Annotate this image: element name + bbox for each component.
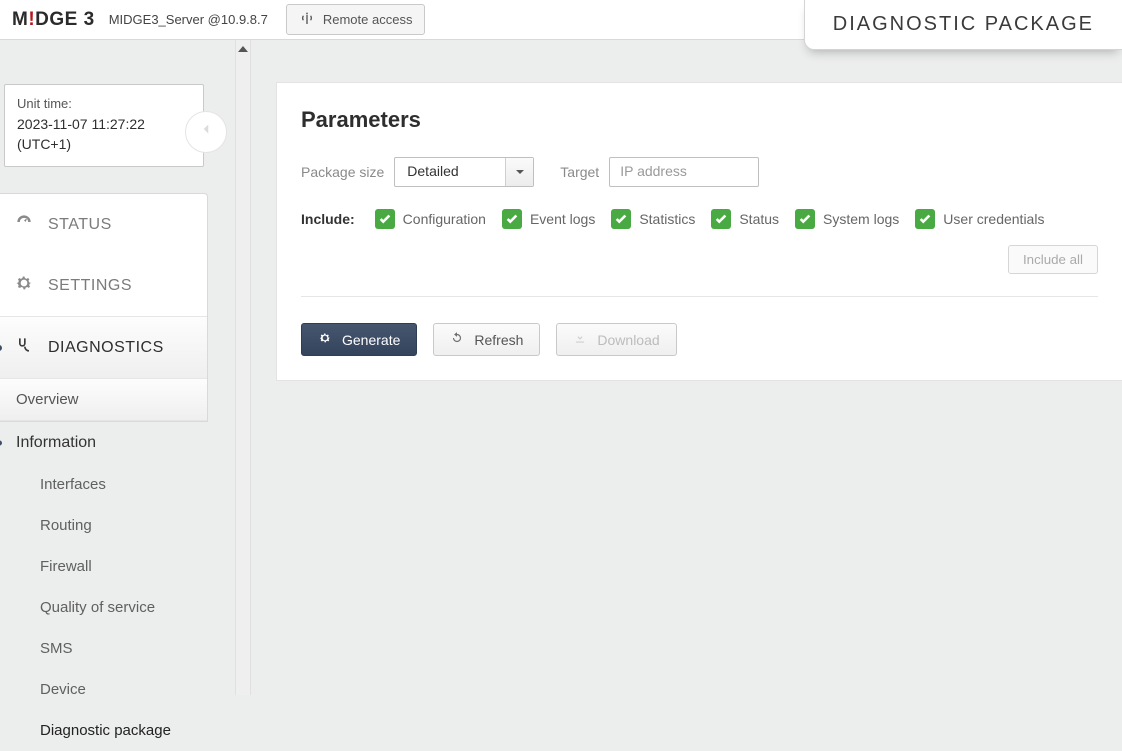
sidebar-item-status[interactable]: STATUS <box>0 194 207 255</box>
include-user-credentials[interactable]: User credentials <box>915 209 1044 229</box>
gauge-icon <box>14 212 34 237</box>
include-option-label: Statistics <box>639 211 695 227</box>
antenna-icon <box>299 10 315 29</box>
gear-icon <box>318 331 332 348</box>
sidebar-sub-qos[interactable]: Quality of service <box>0 587 208 628</box>
unit-time-box: Unit time: 2023-11-07 11:27:22 (UTC+1) <box>4 84 204 167</box>
remote-access-button[interactable]: Remote access <box>286 4 426 35</box>
include-option-label: System logs <box>823 211 899 227</box>
package-size-value: Detailed <box>395 158 505 186</box>
sidebar-item-diagnostics[interactable]: DIAGNOSTICS <box>0 316 207 379</box>
chevron-left-icon <box>197 120 215 143</box>
unit-time-label: Unit time: <box>17 95 191 114</box>
checkbox-checked-icon <box>915 209 935 229</box>
include-option-label: Event logs <box>530 211 595 227</box>
sidebar-sub-interfaces[interactable]: Interfaces <box>0 464 208 505</box>
sidebar-sub-information[interactable]: Information <box>0 422 208 464</box>
main-panel: Parameters Package size Detailed Target … <box>276 82 1122 381</box>
button-label: Generate <box>342 332 400 348</box>
button-label: Download <box>597 332 659 348</box>
sidebar-item-settings[interactable]: SETTINGS <box>0 255 207 316</box>
target-input[interactable]: IP address <box>609 157 759 187</box>
unit-time-tz: (UTC+1) <box>17 134 191 154</box>
sidebar-item-label: STATUS <box>48 216 112 234</box>
checkbox-checked-icon <box>502 209 522 229</box>
checkbox-checked-icon <box>611 209 631 229</box>
checkbox-checked-icon <box>795 209 815 229</box>
target-label: Target <box>560 164 599 180</box>
include-option-label: Configuration <box>403 211 486 227</box>
collapse-sidebar-button[interactable] <box>185 111 227 153</box>
chevron-down-icon <box>505 158 533 186</box>
refresh-button[interactable]: Refresh <box>433 323 540 356</box>
include-system-logs[interactable]: System logs <box>795 209 899 229</box>
diagnostics-icon <box>14 335 34 360</box>
checkbox-checked-icon <box>711 209 731 229</box>
refresh-icon <box>450 331 464 348</box>
panel-heading: Parameters <box>301 107 1098 133</box>
include-statistics[interactable]: Statistics <box>611 209 695 229</box>
scroll-up-icon <box>238 46 248 52</box>
sidebar-sub-routing[interactable]: Routing <box>0 505 208 546</box>
include-option-label: Status <box>739 211 779 227</box>
sidebar-sub-device[interactable]: Device <box>0 669 208 710</box>
download-icon <box>573 331 587 348</box>
sidebar-scrollbar[interactable] <box>235 40 251 695</box>
include-event-logs[interactable]: Event logs <box>502 209 595 229</box>
include-all-button[interactable]: Include all <box>1008 245 1098 274</box>
download-button[interactable]: Download <box>556 323 676 356</box>
include-status[interactable]: Status <box>711 209 779 229</box>
sidebar-item-label: DIAGNOSTICS <box>48 339 164 357</box>
package-size-label: Package size <box>301 164 384 180</box>
include-configuration[interactable]: Configuration <box>375 209 486 229</box>
remote-access-label: Remote access <box>323 12 413 27</box>
sidebar-sub-overview[interactable]: Overview <box>0 379 207 421</box>
sidebar: Unit time: 2023-11-07 11:27:22 (UTC+1) S… <box>0 48 235 695</box>
unit-time-value: 2023-11-07 11:27:22 <box>17 114 191 134</box>
package-size-select[interactable]: Detailed <box>394 157 534 187</box>
sidebar-sub-firewall[interactable]: Firewall <box>0 546 208 587</box>
host-label: MIDGE3_Server @10.9.8.7 <box>109 12 268 27</box>
target-placeholder: IP address <box>620 163 687 179</box>
button-label: Refresh <box>474 332 523 348</box>
sidebar-sub-sms[interactable]: SMS <box>0 628 208 669</box>
product-logo: M!DGE 3 <box>12 9 95 31</box>
checkbox-checked-icon <box>375 209 395 229</box>
sidebar-item-label: SETTINGS <box>48 277 132 295</box>
generate-button[interactable]: Generate <box>301 323 417 356</box>
include-label: Include: <box>301 211 355 227</box>
gear-icon <box>14 273 34 298</box>
include-option-label: User credentials <box>943 211 1044 227</box>
sidebar-nav: STATUS SETTINGS DIAGNOSTICS Overview <box>0 193 208 422</box>
sidebar-sub-diagnostic-package[interactable]: Diagnostic package <box>0 710 208 751</box>
page-title: DIAGNOSTIC PACKAGE <box>804 0 1122 50</box>
